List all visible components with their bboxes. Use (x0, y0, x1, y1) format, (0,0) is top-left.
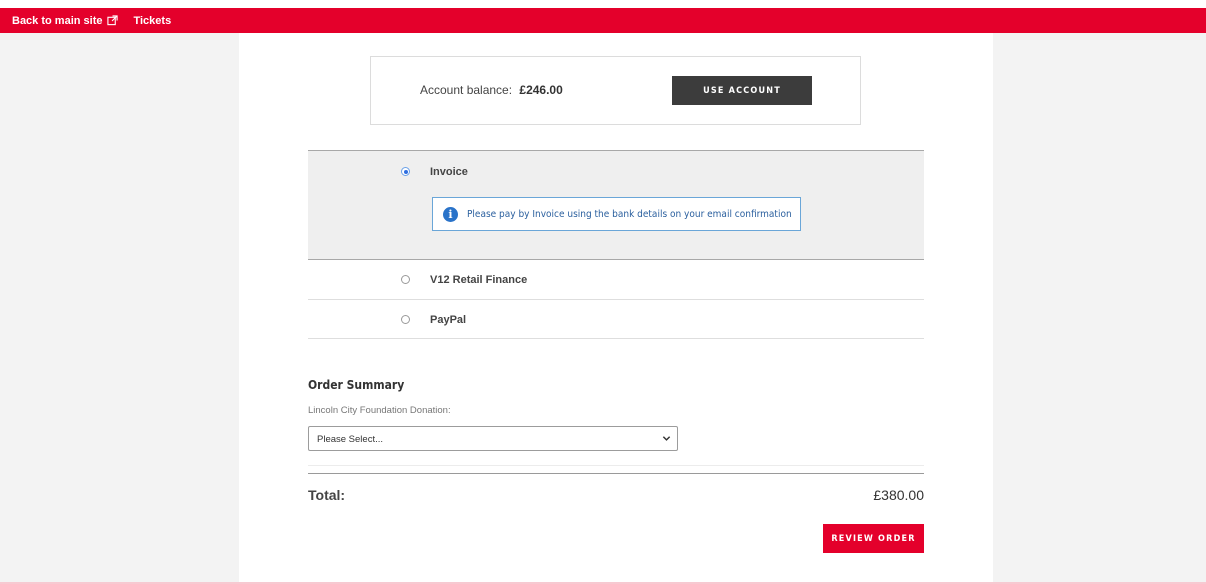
payment-option-invoice[interactable]: Invoice i Please pay by Invoice using th… (308, 150, 924, 259)
account-balance-label: Account balance: (420, 83, 513, 97)
account-balance-text: Account balance: £246.00 (420, 83, 563, 97)
tickets-link[interactable]: Tickets (133, 15, 171, 27)
external-link-icon (107, 15, 119, 26)
radio-v12-retail-finance[interactable] (401, 275, 410, 284)
payment-option-v12-retail-finance[interactable]: V12 Retail Finance (308, 259, 924, 299)
tickets-label: Tickets (133, 14, 172, 27)
use-account-button[interactable]: USE ACCOUNT (672, 76, 812, 105)
total-label: Total: (308, 487, 346, 503)
donation-select-value: Please Select... (317, 434, 384, 445)
donation-label: Lincoln City Foundation Donation: (308, 405, 451, 416)
payment-method-list: Invoice i Please pay by Invoice using th… (308, 150, 924, 339)
order-summary-title: Order Summary (308, 378, 405, 392)
payment-option-paypal[interactable]: PayPal (308, 299, 924, 339)
payment-option-label: Invoice (430, 166, 468, 178)
invoice-info-box: i Please pay by Invoice using the bank d… (432, 197, 801, 231)
summary-divider-light (308, 465, 924, 466)
review-order-button[interactable]: REVIEW ORDER (823, 524, 924, 553)
total-value: £380.00 (873, 487, 924, 503)
radio-invoice[interactable] (401, 167, 410, 176)
info-icon: i (443, 207, 458, 222)
account-balance-box: Account balance: £246.00 USE ACCOUNT (370, 56, 861, 125)
back-to-main-site-link[interactable]: Back to main site (12, 14, 119, 27)
chevron-down-icon (662, 436, 671, 441)
radio-paypal[interactable] (401, 315, 410, 324)
back-to-main-site-label: Back to main site (12, 14, 103, 27)
account-balance-amount: £246.00 (519, 83, 563, 97)
top-nav-bar: Back to main site Tickets (0, 8, 1206, 33)
payment-option-label: V12 Retail Finance (430, 274, 528, 286)
summary-divider (308, 473, 924, 474)
checkout-panel: Account balance: £246.00 USE ACCOUNT Inv… (239, 33, 993, 584)
invoice-info-text: Please pay by Invoice using the bank det… (467, 209, 792, 220)
top-strip (0, 0, 1206, 8)
donation-select[interactable]: Please Select... (308, 426, 678, 451)
payment-option-label: PayPal (430, 314, 467, 326)
